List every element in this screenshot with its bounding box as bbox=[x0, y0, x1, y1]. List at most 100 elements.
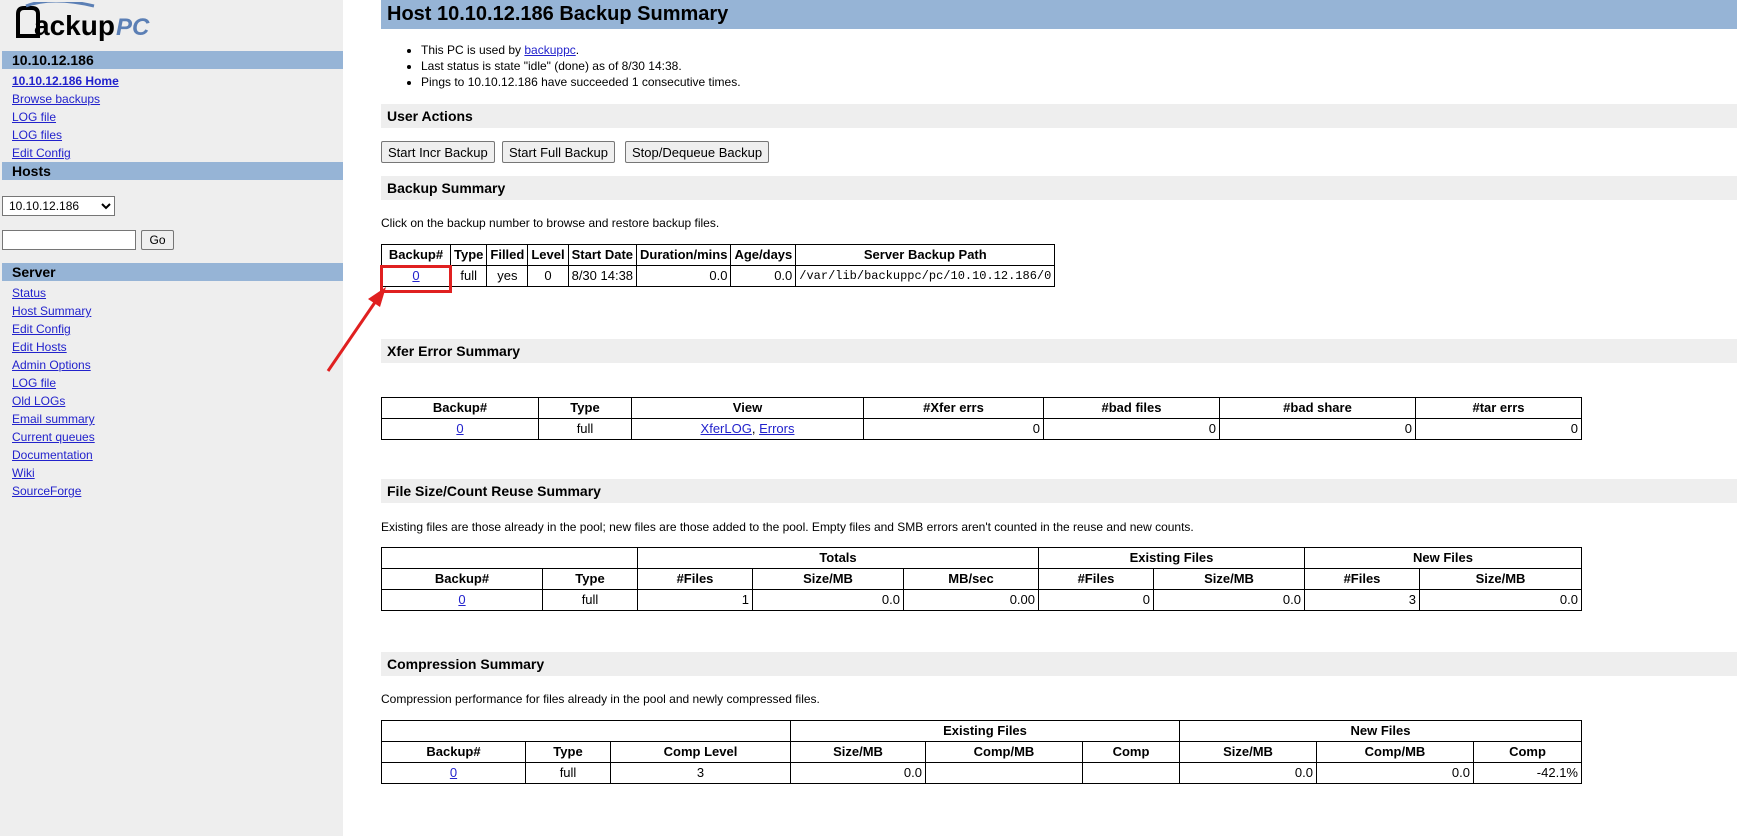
group-empty bbox=[381, 720, 791, 742]
start-incr-backup-button[interactable]: Start Incr Backup bbox=[381, 141, 495, 163]
cell-ex-size: 0.0 bbox=[1153, 589, 1305, 611]
table-group-header-row: Existing Files New Files bbox=[381, 720, 1582, 742]
col-view: View bbox=[631, 397, 864, 419]
col-new-comp-mb: Comp/MB bbox=[1316, 741, 1474, 763]
col-filled: Filled bbox=[486, 244, 529, 266]
page-title: Host 10.10.12.186 Backup Summary bbox=[381, 0, 1737, 29]
cell-bad-share: 0 bbox=[1219, 418, 1416, 440]
table-row: 0 full 3 0.0 0.0 0.0 -42.1% bbox=[381, 762, 1582, 784]
cell-comp-level: 3 bbox=[610, 762, 791, 784]
cell-ex-size: 0.0 bbox=[790, 762, 926, 784]
cell-tot-files: 1 bbox=[637, 589, 753, 611]
col-new-size: Size/MB bbox=[1179, 741, 1317, 763]
col-backup: Backup# bbox=[381, 397, 539, 419]
col-backup: Backup# bbox=[381, 244, 451, 266]
compression-backup-link[interactable]: 0 bbox=[450, 765, 457, 780]
errors-link[interactable]: Errors bbox=[759, 421, 794, 436]
nav-host-log-file[interactable]: LOG file bbox=[12, 110, 56, 124]
status-list: This PC is used by backuppc. Last status… bbox=[381, 42, 741, 90]
group-new-files: New Files bbox=[1304, 547, 1582, 569]
table-row: 0 full 1 0.0 0.00 0 0.0 3 0.0 bbox=[381, 589, 1582, 611]
cell-filled: yes bbox=[486, 265, 529, 287]
nav-wiki[interactable]: Wiki bbox=[12, 466, 35, 480]
svg-text:ackup: ackup bbox=[34, 10, 115, 41]
col-ex-size: Size/MB bbox=[1153, 568, 1305, 590]
col-new-size: Size/MB bbox=[1419, 568, 1582, 590]
xferlog-link[interactable]: XferLOG bbox=[701, 421, 752, 436]
stop-dequeue-backup-button[interactable]: Stop/Dequeue Backup bbox=[625, 141, 770, 163]
host-select[interactable]: 10.10.12.186 bbox=[2, 196, 115, 216]
nav-host-summary[interactable]: Host Summary bbox=[12, 304, 91, 318]
col-xfer-errs: #Xfer errs bbox=[863, 397, 1044, 419]
table-header-row: Backup# Type Comp Level Size/MB Comp/MB … bbox=[381, 741, 1582, 763]
cell-duration: 0.0 bbox=[636, 265, 732, 287]
cell-bad-files: 0 bbox=[1043, 418, 1220, 440]
cell-type: full bbox=[449, 265, 488, 287]
col-new-comp: Comp bbox=[1473, 741, 1582, 763]
xfer-backup-link[interactable]: 0 bbox=[456, 421, 463, 436]
reuse-summary-intro: Existing files are those already in the … bbox=[381, 520, 1194, 534]
col-tot-files: #Files bbox=[637, 568, 753, 590]
cell-backup: 0 bbox=[381, 589, 543, 611]
status-item-state: Last status is state "idle" (done) as of… bbox=[421, 58, 741, 74]
nav-host-log-files[interactable]: LOG files bbox=[12, 128, 62, 142]
user-link[interactable]: backuppc bbox=[524, 43, 575, 57]
nav-old-logs[interactable]: Old LOGs bbox=[12, 394, 65, 408]
sidebar: ackup PC 10.10.12.186 10.10.12.186 Home … bbox=[0, 0, 343, 836]
view-separator: , bbox=[751, 421, 760, 436]
col-type: Type bbox=[449, 244, 488, 266]
col-comp-level: Comp Level bbox=[610, 741, 791, 763]
status-item-pings: Pings to 10.10.12.186 have succeeded 1 c… bbox=[421, 74, 741, 90]
table-header-row: Backup# Type Filled Level Start Date Dur… bbox=[381, 244, 1056, 266]
nav-host-edit-config[interactable]: Edit Config bbox=[12, 146, 71, 160]
col-bad-share: #bad share bbox=[1219, 397, 1416, 419]
nav-sourceforge[interactable]: SourceForge bbox=[12, 484, 81, 498]
cell-age: 0.0 bbox=[730, 265, 797, 287]
nav-current-queues[interactable]: Current queues bbox=[12, 430, 95, 444]
group-existing-files: Existing Files bbox=[790, 720, 1180, 742]
cell-ex-files: 0 bbox=[1038, 589, 1154, 611]
cell-view: XferLOG, Errors bbox=[631, 418, 864, 440]
cell-new-comp: -42.1% bbox=[1473, 762, 1582, 784]
col-tot-rate: MB/sec bbox=[903, 568, 1039, 590]
start-full-backup-button[interactable]: Start Full Backup bbox=[502, 141, 615, 163]
cell-start-date: 8/30 14:38 bbox=[567, 265, 638, 287]
nav-browse-backups[interactable]: Browse backups bbox=[12, 92, 100, 106]
cell-new-size: 0.0 bbox=[1419, 589, 1582, 611]
reuse-backup-link[interactable]: 0 bbox=[458, 592, 465, 607]
reuse-summary-table: Totals Existing Files New Files Backup# … bbox=[381, 547, 1582, 611]
nav-email-summary[interactable]: Email summary bbox=[12, 412, 95, 426]
table-header-row: Backup# Type #Files Size/MB MB/sec #File… bbox=[381, 568, 1582, 590]
nav-admin-options[interactable]: Admin Options bbox=[12, 358, 91, 372]
svg-text:PC: PC bbox=[116, 14, 150, 41]
nav-host-home[interactable]: 10.10.12.186 Home bbox=[12, 74, 119, 88]
table-row: 0 full XferLOG, Errors 0 0 0 0 bbox=[381, 418, 1582, 440]
backuppc-logo[interactable]: ackup PC bbox=[12, 2, 162, 42]
col-age: Age/days bbox=[730, 244, 797, 266]
col-ex-comp: Comp bbox=[1082, 741, 1180, 763]
nav-status[interactable]: Status bbox=[12, 286, 46, 300]
nav-edit-hosts[interactable]: Edit Hosts bbox=[12, 340, 67, 354]
nav-documentation[interactable]: Documentation bbox=[12, 448, 93, 462]
nav-edit-config[interactable]: Edit Config bbox=[12, 322, 71, 336]
cell-tot-size: 0.0 bbox=[752, 589, 904, 611]
cell-backup: 0 bbox=[381, 762, 526, 784]
go-button[interactable]: Go bbox=[141, 230, 174, 250]
backup-summary-table: Backup# Type Filled Level Start Date Dur… bbox=[381, 244, 1056, 287]
nav-log-file[interactable]: LOG file bbox=[12, 376, 56, 390]
cell-ex-comp-mb bbox=[925, 762, 1083, 784]
host-search-input[interactable] bbox=[2, 230, 136, 250]
user-actions-heading: User Actions bbox=[381, 104, 1737, 128]
col-level: Level bbox=[527, 244, 569, 266]
col-server-path: Server Backup Path bbox=[795, 244, 1056, 266]
cell-level: 0 bbox=[527, 265, 569, 287]
hosts-heading: Hosts bbox=[2, 162, 343, 180]
cell-new-size: 0.0 bbox=[1179, 762, 1317, 784]
cell-new-files: 3 bbox=[1304, 589, 1420, 611]
group-existing-files: Existing Files bbox=[1038, 547, 1305, 569]
compression-summary-intro: Compression performance for files alread… bbox=[381, 692, 820, 706]
status-user-text: This PC is used by bbox=[421, 43, 525, 57]
col-start-date: Start Date bbox=[567, 244, 638, 266]
cell-xfer-errs: 0 bbox=[863, 418, 1044, 440]
xfer-error-table: Backup# Type View #Xfer errs #bad files … bbox=[381, 397, 1582, 440]
